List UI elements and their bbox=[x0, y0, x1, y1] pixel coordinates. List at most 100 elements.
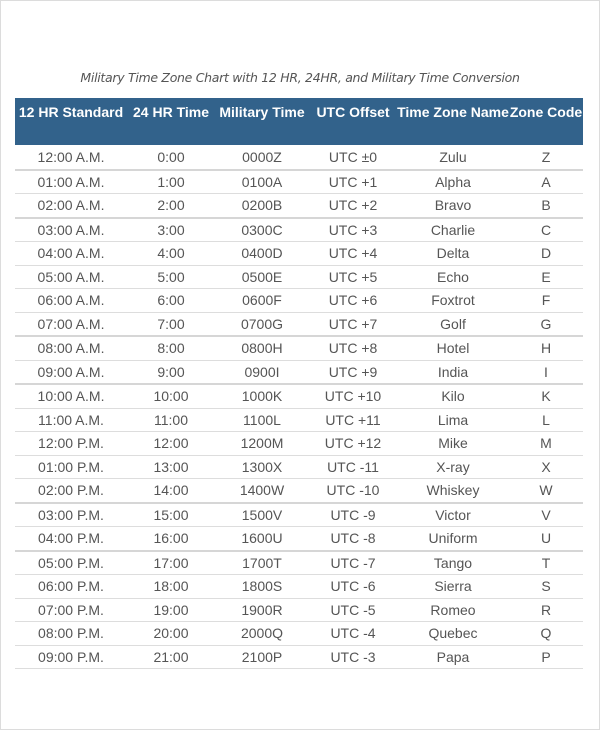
cell-zone-name: Alpha bbox=[397, 169, 509, 194]
cell-24hr: 13:00 bbox=[127, 455, 215, 479]
cell-utc-offset: UTC +3 bbox=[309, 217, 397, 242]
cell-military: 0300C bbox=[215, 217, 309, 242]
table-row: 01:00 P.M. 13:00 1300X UTC -11 X-ray X bbox=[15, 455, 583, 479]
cell-24hr: 6:00 bbox=[127, 288, 215, 313]
column-header-utc-offset: UTC Offset bbox=[309, 98, 397, 145]
cell-zone-name: Charlie bbox=[397, 217, 509, 242]
cell-military: 0600F bbox=[215, 288, 309, 313]
cell-military: 1300X bbox=[215, 455, 309, 479]
cell-zone-code: M bbox=[509, 431, 583, 456]
cell-12hr: 06:00 A.M. bbox=[15, 288, 127, 313]
cell-zone-code: Z bbox=[509, 145, 583, 171]
cell-military: 1900R bbox=[215, 598, 309, 622]
cell-utc-offset: UTC +2 bbox=[309, 193, 397, 219]
cell-24hr: 8:00 bbox=[127, 336, 215, 361]
cell-utc-offset: UTC +11 bbox=[309, 408, 397, 432]
cell-zone-code: T bbox=[509, 550, 583, 575]
table-header-row: 12 HR Standard 24 HR Time Military Time … bbox=[15, 98, 583, 145]
cell-24hr: 16:00 bbox=[127, 526, 215, 552]
cell-zone-code: K bbox=[509, 384, 583, 409]
cell-12hr: 02:00 A.M. bbox=[15, 193, 127, 219]
cell-24hr: 0:00 bbox=[127, 145, 215, 171]
table-row: 10:00 A.M. 10:00 1000K UTC +10 Kilo K bbox=[15, 384, 583, 409]
cell-utc-offset: UTC +7 bbox=[309, 312, 397, 337]
cell-zone-code: Q bbox=[509, 621, 583, 646]
cell-zone-name: Mike bbox=[397, 431, 509, 456]
cell-zone-name: Lima bbox=[397, 408, 509, 432]
cell-military: 2100P bbox=[215, 645, 309, 669]
cell-utc-offset: UTC +4 bbox=[309, 241, 397, 266]
table-row: 12:00 P.M. 12:00 1200M UTC +12 Mike M bbox=[15, 431, 583, 456]
table-row: 02:00 P.M. 14:00 1400W UTC -10 Whiskey W bbox=[15, 478, 583, 504]
column-header-24hr: 24 HR Time bbox=[127, 98, 215, 145]
column-header-zone-name: Time Zone Name bbox=[397, 98, 509, 145]
cell-military: 1100L bbox=[215, 408, 309, 432]
cell-military: 2000Q bbox=[215, 621, 309, 646]
cell-12hr: 03:00 A.M. bbox=[15, 217, 127, 242]
cell-zone-name: Golf bbox=[397, 312, 509, 337]
cell-utc-offset: UTC -11 bbox=[309, 455, 397, 479]
cell-24hr: 4:00 bbox=[127, 241, 215, 266]
cell-utc-offset: UTC ±0 bbox=[309, 145, 397, 171]
cell-zone-name: Echo bbox=[397, 265, 509, 289]
cell-utc-offset: UTC -10 bbox=[309, 478, 397, 504]
cell-zone-name: X-ray bbox=[397, 455, 509, 479]
table-row: 03:00 P.M. 15:00 1500V UTC -9 Victor V bbox=[15, 502, 583, 527]
table-row: 03:00 A.M. 3:00 0300C UTC +3 Charlie C bbox=[15, 217, 583, 242]
cell-zone-code: E bbox=[509, 265, 583, 289]
cell-zone-name: Romeo bbox=[397, 598, 509, 622]
cell-zone-name: India bbox=[397, 360, 509, 385]
cell-24hr: 1:00 bbox=[127, 169, 215, 194]
cell-zone-code: C bbox=[509, 217, 583, 242]
cell-24hr: 2:00 bbox=[127, 193, 215, 219]
cell-zone-code: I bbox=[509, 360, 583, 385]
cell-military: 1600U bbox=[215, 526, 309, 552]
cell-12hr: 05:00 A.M. bbox=[15, 265, 127, 289]
cell-zone-name: Delta bbox=[397, 241, 509, 266]
cell-zone-code: G bbox=[509, 312, 583, 337]
cell-zone-name: Hotel bbox=[397, 336, 509, 361]
cell-12hr: 11:00 A.M. bbox=[15, 408, 127, 432]
cell-zone-name: Kilo bbox=[397, 384, 509, 409]
cell-12hr: 09:00 A.M. bbox=[15, 360, 127, 385]
cell-12hr: 12:00 A.M. bbox=[15, 145, 127, 171]
cell-24hr: 7:00 bbox=[127, 312, 215, 337]
cell-utc-offset: UTC +8 bbox=[309, 336, 397, 361]
cell-military: 0400D bbox=[215, 241, 309, 266]
table-row: 09:00 A.M. 9:00 0900I UTC +9 India I bbox=[15, 360, 583, 385]
cell-zone-code: H bbox=[509, 336, 583, 361]
table-row: 12:00 A.M. 0:00 0000Z UTC ±0 Zulu Z bbox=[15, 145, 583, 171]
cell-zone-code: P bbox=[509, 645, 583, 669]
cell-zone-code: A bbox=[509, 169, 583, 194]
table-row: 05:00 A.M. 5:00 0500E UTC +5 Echo E bbox=[15, 265, 583, 289]
cell-utc-offset: UTC -7 bbox=[309, 550, 397, 575]
cell-zone-name: Victor bbox=[397, 502, 509, 527]
table-row: 08:00 P.M. 20:00 2000Q UTC -4 Quebec Q bbox=[15, 621, 583, 646]
cell-12hr: 08:00 A.M. bbox=[15, 336, 127, 361]
cell-zone-code: F bbox=[509, 288, 583, 313]
cell-military: 0800H bbox=[215, 336, 309, 361]
cell-zone-name: Sierra bbox=[397, 574, 509, 599]
cell-zone-code: L bbox=[509, 408, 583, 432]
cell-military: 1500V bbox=[215, 502, 309, 527]
cell-military: 0700G bbox=[215, 312, 309, 337]
cell-24hr: 12:00 bbox=[127, 431, 215, 456]
cell-military: 0100A bbox=[215, 169, 309, 194]
cell-24hr: 20:00 bbox=[127, 621, 215, 646]
cell-12hr: 09:00 P.M. bbox=[15, 645, 127, 669]
cell-12hr: 08:00 P.M. bbox=[15, 621, 127, 646]
cell-zone-code: X bbox=[509, 455, 583, 479]
cell-utc-offset: UTC +5 bbox=[309, 265, 397, 289]
cell-military: 1700T bbox=[215, 550, 309, 575]
cell-zone-name: Whiskey bbox=[397, 478, 509, 504]
cell-24hr: 14:00 bbox=[127, 478, 215, 504]
cell-utc-offset: UTC +9 bbox=[309, 360, 397, 385]
cell-24hr: 17:00 bbox=[127, 550, 215, 575]
cell-utc-offset: UTC +1 bbox=[309, 169, 397, 194]
cell-12hr: 01:00 A.M. bbox=[15, 169, 127, 194]
cell-24hr: 11:00 bbox=[127, 408, 215, 432]
cell-12hr: 06:00 P.M. bbox=[15, 574, 127, 599]
cell-zone-code: V bbox=[509, 502, 583, 527]
military-time-table: 12 HR Standard 24 HR Time Military Time … bbox=[15, 98, 583, 669]
cell-zone-name: Zulu bbox=[397, 145, 509, 171]
